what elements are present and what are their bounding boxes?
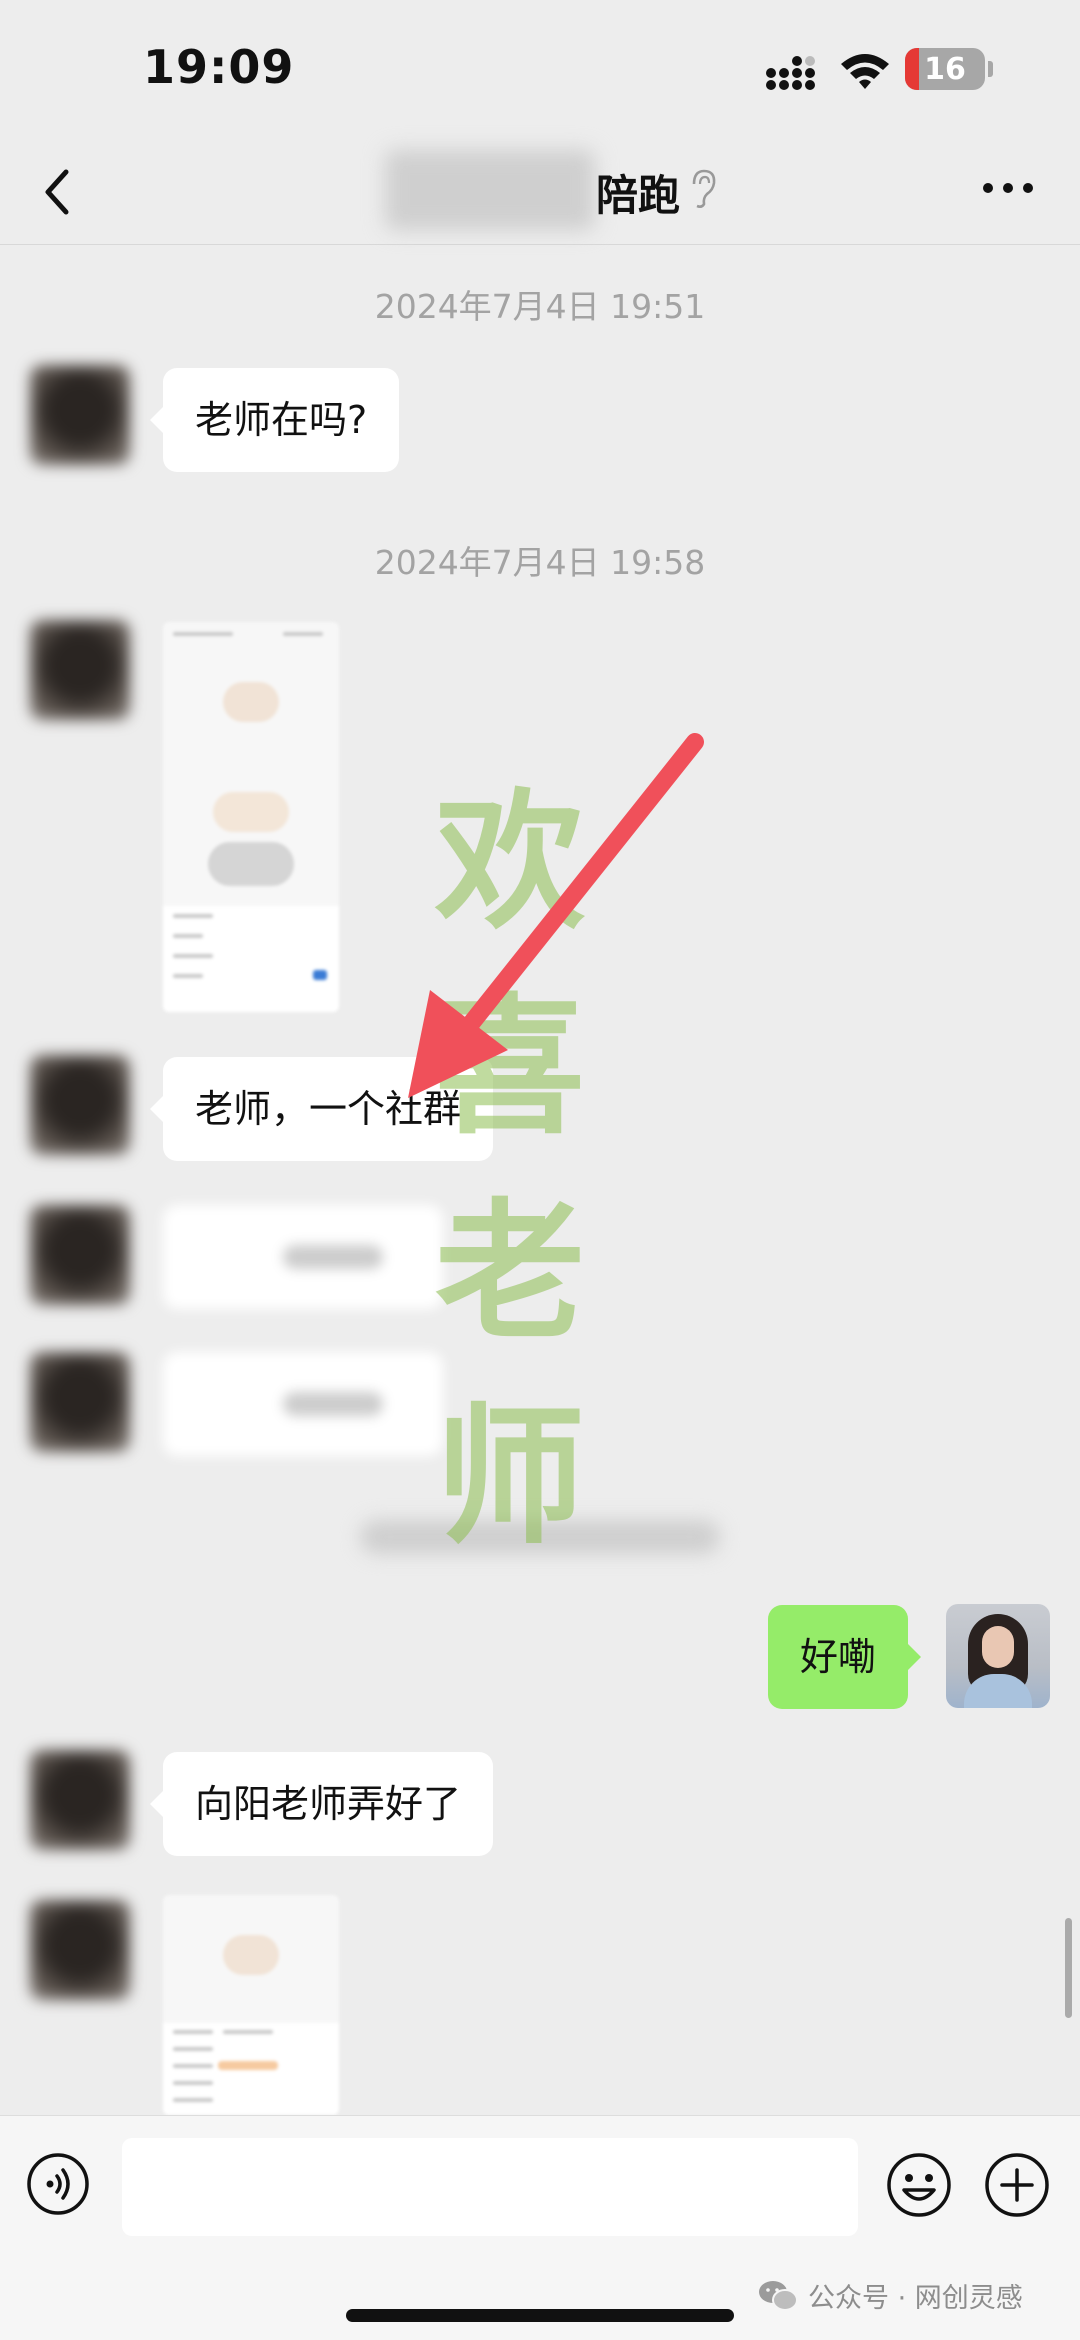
- avatar[interactable]: [30, 1205, 130, 1305]
- avatar[interactable]: [30, 620, 130, 720]
- avatar[interactable]: [30, 1352, 130, 1452]
- watermark-char: 师: [434, 1389, 585, 1565]
- message-bubble[interactable]: 老师在吗?: [149, 368, 400, 472]
- source-tag-text: 公众号 · 网创灵感: [808, 2283, 1023, 2314]
- status-time: 19:09: [143, 40, 295, 94]
- cellular-signal-icon: [766, 56, 815, 90]
- avatar[interactable]: [30, 1900, 130, 2000]
- blurred-message[interactable]: [163, 1352, 443, 1456]
- avatar[interactable]: [30, 1055, 130, 1155]
- self-avatar[interactable]: [946, 1604, 1050, 1708]
- image-message[interactable]: [163, 622, 339, 1012]
- plus-icon[interactable]: [984, 2152, 1050, 2218]
- status-bar: 19:09 16: [0, 0, 1080, 140]
- input-bar: 公众号 · 网创灵感: [0, 2115, 1080, 2340]
- wifi-icon: [841, 54, 889, 89]
- avatar[interactable]: [30, 1750, 130, 1850]
- message-bubble[interactable]: 向阳老师弄好了: [149, 1752, 494, 1856]
- chat-title: 陪跑: [596, 171, 681, 220]
- self-message-bubble[interactable]: 好嘞: [768, 1605, 922, 1709]
- message-input[interactable]: [122, 2138, 858, 2236]
- scrollbar[interactable]: [1065, 1918, 1072, 2018]
- source-tag: 公众号 · 网创灵感: [758, 2276, 1023, 2315]
- chevron-left-icon[interactable]: [32, 162, 82, 222]
- voice-icon[interactable]: [26, 2152, 90, 2216]
- watermark-char: 老: [434, 1184, 585, 1360]
- blurred-message[interactable]: [163, 1205, 443, 1309]
- ear-icon: [692, 169, 716, 208]
- emoji-icon[interactable]: [886, 2152, 952, 2218]
- battery-level: 16: [924, 51, 966, 87]
- battery-indicator: 16: [905, 48, 985, 90]
- red-arrow-annotation: [408, 733, 704, 1098]
- avatar[interactable]: [30, 365, 130, 465]
- contact-name-blurred: [385, 150, 595, 230]
- more-dots-icon[interactable]: [980, 178, 1036, 198]
- timestamp: 2024年7月4日 19:51: [374, 287, 706, 326]
- image-message[interactable]: [163, 1895, 339, 2115]
- timestamp: 2024年7月4日 19:58: [374, 543, 706, 582]
- wechat-logo-icon: [759, 2280, 798, 2311]
- chat-header: 陪跑: [0, 140, 1080, 245]
- home-indicator[interactable]: [346, 2309, 734, 2322]
